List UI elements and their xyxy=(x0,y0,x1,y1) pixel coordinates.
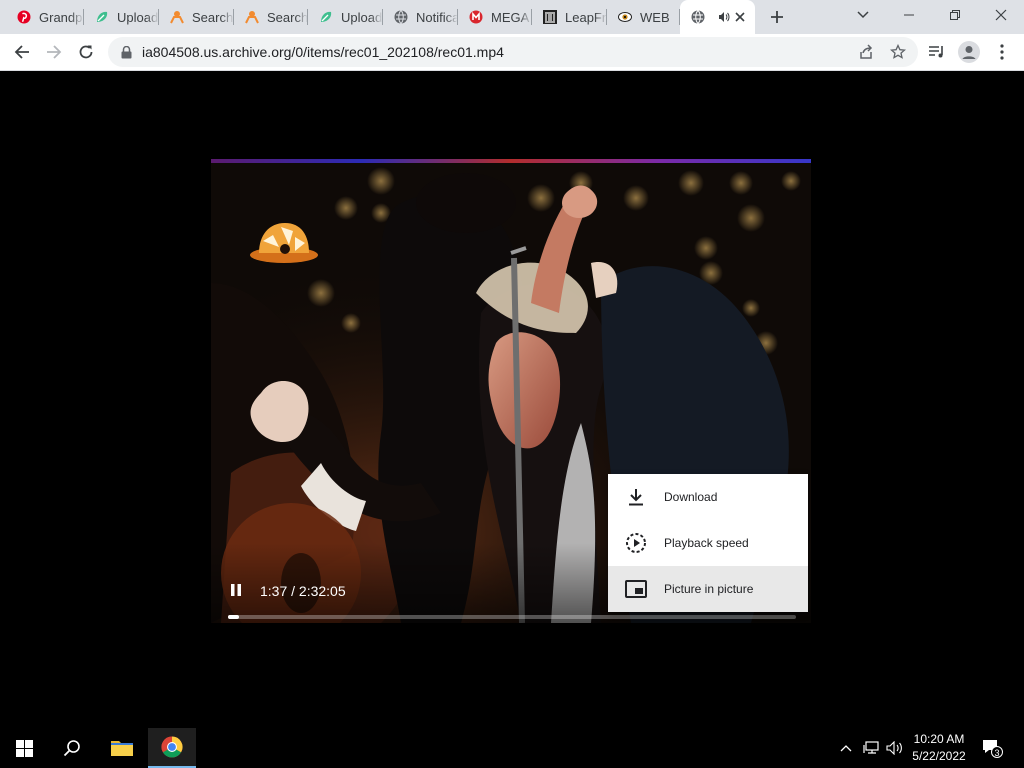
menu-item-picture-in-picture[interactable]: Picture in picture xyxy=(608,566,808,612)
tab-strip: Grandp Uploads Search Search Uploads Not xyxy=(0,0,1024,34)
columns-icon xyxy=(542,9,558,25)
chrome-taskbar-button[interactable] xyxy=(148,728,196,768)
video-top-artifact xyxy=(211,159,811,163)
tab-notifications[interactable]: Notifica xyxy=(383,0,458,34)
menu-item-label: Download xyxy=(664,490,718,504)
tab-title: Search xyxy=(192,9,234,25)
network-tray-button[interactable] xyxy=(860,728,882,768)
pin-icon xyxy=(16,9,32,25)
chrome-icon xyxy=(161,736,183,758)
picture-in-picture-icon xyxy=(624,577,648,601)
profile-avatar-icon[interactable] xyxy=(955,38,983,66)
action-center-button[interactable]: 3 xyxy=(980,728,1004,768)
menu-item-download[interactable]: Download xyxy=(608,474,808,520)
volume-tray-button[interactable] xyxy=(884,728,906,768)
file-explorer-button[interactable] xyxy=(98,728,146,768)
globe-icon xyxy=(690,9,706,25)
chevron-up-icon xyxy=(840,745,852,752)
new-tab-button[interactable] xyxy=(766,6,788,28)
windows-logo-icon xyxy=(15,739,33,757)
menu-item-playback-speed[interactable]: Playback speed xyxy=(608,520,808,566)
tab-uploads[interactable]: Uploads xyxy=(308,0,383,34)
system-clock[interactable]: 10:20 AM 5/22/2022 xyxy=(906,731,972,765)
tab-title: Notifica xyxy=(416,9,458,25)
network-icon xyxy=(863,741,879,754)
menu-item-label: Picture in picture xyxy=(664,582,754,596)
tab-title: Uploads xyxy=(341,9,383,25)
address-bar[interactable]: ia804508.us.archive.org/0/items/rec01_20… xyxy=(108,37,918,67)
start-button[interactable] xyxy=(0,728,48,768)
volume-icon xyxy=(886,741,902,755)
tab-uploads[interactable]: Uploads xyxy=(84,0,159,34)
restore-button[interactable] xyxy=(932,0,978,30)
media-control-icon[interactable] xyxy=(923,38,951,66)
minimize-button[interactable] xyxy=(886,0,932,30)
mega-icon xyxy=(468,9,484,25)
clock-time: 10:20 AM xyxy=(913,732,965,746)
tab-grandp[interactable]: Grandp xyxy=(6,0,84,34)
windows-taskbar: 10:20 AM 5/22/2022 3 xyxy=(0,728,1024,768)
seek-bar[interactable] xyxy=(228,615,796,619)
more-options-icon[interactable] xyxy=(988,38,1016,66)
leaf-icon xyxy=(94,9,110,25)
globe-icon xyxy=(393,9,409,25)
eye-icon xyxy=(617,9,633,25)
tab-active-video[interactable] xyxy=(680,0,755,34)
browser-toolbar: ia804508.us.archive.org/0/items/rec01_20… xyxy=(0,34,1024,71)
url-text: ia804508.us.archive.org/0/items/rec01_20… xyxy=(142,44,504,60)
tab-title: WEB xyxy=(640,9,670,25)
seek-bar-fill xyxy=(228,615,240,619)
notification-count: 3 xyxy=(994,748,1000,758)
pause-button[interactable] xyxy=(227,581,245,599)
person-icon xyxy=(169,9,185,25)
tab-title: Search xyxy=(267,9,308,25)
share-icon[interactable] xyxy=(856,42,876,62)
tab-title: MEGA xyxy=(491,9,530,25)
playback-speed-icon xyxy=(624,531,648,555)
timecode: 1:37 / 2:32:05 xyxy=(260,583,346,599)
tab-leapfr[interactable]: LeapFr xyxy=(532,0,607,34)
lock-icon[interactable] xyxy=(118,44,134,60)
tab-search[interactable]: Search xyxy=(234,0,308,34)
reload-button[interactable] xyxy=(72,38,100,66)
show-hidden-icons-button[interactable] xyxy=(836,728,856,768)
person-icon xyxy=(244,9,260,25)
tab-mega[interactable]: MEGA xyxy=(458,0,532,34)
search-icon xyxy=(63,740,80,757)
search-button[interactable] xyxy=(48,728,96,768)
menu-item-label: Playback speed xyxy=(664,536,749,550)
clock-date: 5/22/2022 xyxy=(912,749,966,763)
tab-search[interactable]: Search xyxy=(159,0,234,34)
folder-icon xyxy=(111,741,133,756)
tab-title: Grandp xyxy=(39,9,83,25)
close-window-button[interactable] xyxy=(978,0,1024,30)
back-button[interactable] xyxy=(8,38,36,66)
close-icon[interactable] xyxy=(733,9,747,25)
tab-web[interactable]: WEB xyxy=(607,0,680,34)
forward-button[interactable] xyxy=(40,38,68,66)
tab-search-chevron-icon[interactable] xyxy=(840,0,886,30)
page-viewport: 1:37 / 2:32:05 Download Playback speed P… xyxy=(0,71,1024,728)
leaf-icon xyxy=(318,9,334,25)
tab-title: LeapFr xyxy=(565,9,607,25)
star-icon[interactable] xyxy=(888,42,908,62)
player-overflow-menu: Download Playback speed Picture in pictu… xyxy=(608,474,808,612)
tab-title: Uploads xyxy=(117,9,159,25)
speaker-icon[interactable] xyxy=(717,9,731,25)
download-icon xyxy=(624,485,648,509)
